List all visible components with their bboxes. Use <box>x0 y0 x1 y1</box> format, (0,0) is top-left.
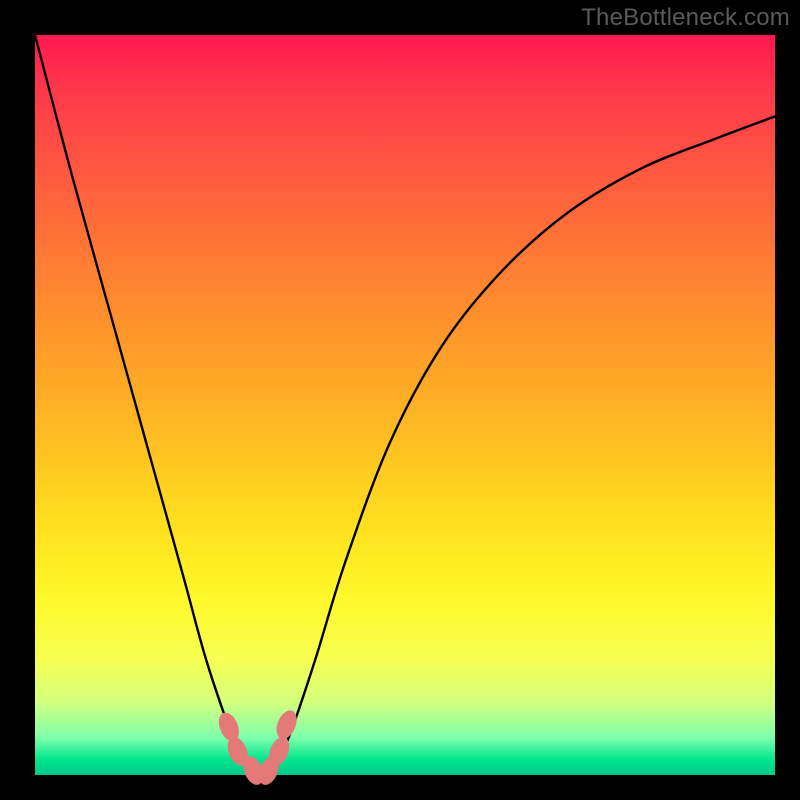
curve-path <box>35 35 775 775</box>
chart-frame: TheBottleneck.com <box>0 0 800 800</box>
highlight-bead <box>273 707 301 742</box>
bottleneck-curve <box>0 0 800 800</box>
